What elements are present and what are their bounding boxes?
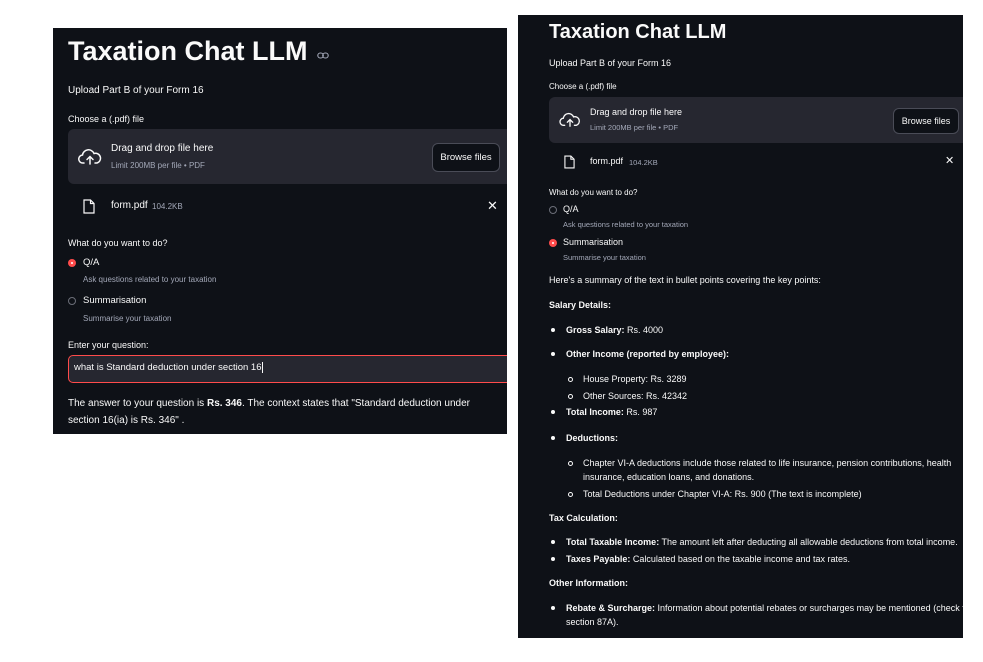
question-input-label: Enter your question: [68,340,149,350]
salary-heading: Salary Details: [549,300,612,310]
option-summarisation-label[interactable]: Summarisation [563,237,623,247]
dropzone-limit: Limit 200MB per file • PDF [111,161,205,170]
page-title: Taxation Chat LLM [549,21,727,43]
radio-qa[interactable] [68,259,76,267]
upload-subtitle: Upload Part B of your Form 16 [68,85,204,96]
bullet-total-deductions: Total Deductions under Chapter VI-A: Rs.… [568,489,862,499]
option-qa-caption: Ask questions related to your taxation [83,275,217,284]
remove-file-button[interactable]: ✕ [945,154,954,167]
task-question-label: What do you want to do? [549,188,638,197]
bullet-other-sources: Other Sources: Rs. 42342 [567,391,688,401]
uploaded-file-name: form.pdf [111,200,148,211]
file-dropzone[interactable]: Drag and drop file here Limit 200MB per … [549,97,963,143]
browse-files-button[interactable]: Browse files [893,108,959,134]
uploaded-file-size: 104.2KB [152,202,183,211]
other-info-heading: Other Information: [549,578,628,588]
bullet-chapter-via: Chapter VI-A deductions include those re… [568,456,958,484]
file-label: Choose a (.pdf) file [549,82,617,91]
task-question-label: What do you want to do? [68,238,168,248]
bullet-deductions: Deductions: [550,433,619,443]
summary-intro: Here's a summary of the text in bullet p… [549,275,821,285]
remove-file-button[interactable]: ✕ [487,198,498,214]
option-qa-caption: Ask questions related to your taxation [563,220,689,229]
cloud-upload-icon [559,112,580,127]
browse-files-button[interactable]: Browse files [432,143,500,172]
link-icon[interactable] [317,51,329,60]
upload-subtitle: Upload Part B of your Form 16 [549,58,672,68]
question-input-value: what is Standard deduction under section… [74,362,262,374]
uploaded-file-name: form.pdf [590,156,624,166]
cloud-upload-icon [78,149,102,165]
right-screenshot: Taxation Chat LLM Upload Part B of your … [518,15,963,638]
dropzone-title: Drag and drop file here [111,143,214,154]
bullet-rebate: Rebate & Surcharge: Information about po… [551,601,963,629]
dropzone-limit: Limit 200MB per file • PDF [590,123,679,132]
option-qa-label[interactable]: Q/A [83,257,99,268]
file-dropzone[interactable]: Drag and drop file here Limit 200MB per … [68,129,507,184]
option-summarisation-label[interactable]: Summarisation [83,295,146,306]
bullet-other-income: Other Income (reported by employee): [550,349,730,359]
option-summarisation-caption: Summarise your taxation [83,314,172,323]
page-title-text: Taxation Chat LLM [68,36,308,66]
option-summarisation-caption: Summarise your taxation [563,253,646,262]
question-input[interactable]: what is Standard deduction under section… [68,355,507,383]
left-screenshot: Taxation Chat LLM Upload Part B of your … [53,28,507,434]
page-title: Taxation Chat LLM [68,36,329,67]
radio-qa[interactable] [549,206,557,214]
option-qa-label[interactable]: Q/A [563,204,579,214]
radio-summarisation[interactable] [68,297,76,305]
bullet-total-income: Total Income: Rs. 987 [550,407,658,417]
bullet-taxes-payable: Taxes Payable: Calculated based on the t… [550,554,851,564]
answer-text: The answer to your question is Rs. 346. … [68,398,470,426]
tax-calc-heading: Tax Calculation: [549,513,618,523]
radio-summarisation[interactable] [549,239,557,247]
file-label: Choose a (.pdf) file [68,114,145,124]
uploaded-file-size: 104.2KB [629,158,658,167]
file-icon [83,199,95,214]
file-icon [564,155,575,169]
bullet-gross-salary: Gross Salary: Rs. 4000 [550,325,664,335]
bullet-taxable-income: Total Taxable Income: The amount left af… [551,537,958,547]
dropzone-title: Drag and drop file here [590,107,683,117]
bullet-house-property: House Property: Rs. 3289 [568,374,687,384]
